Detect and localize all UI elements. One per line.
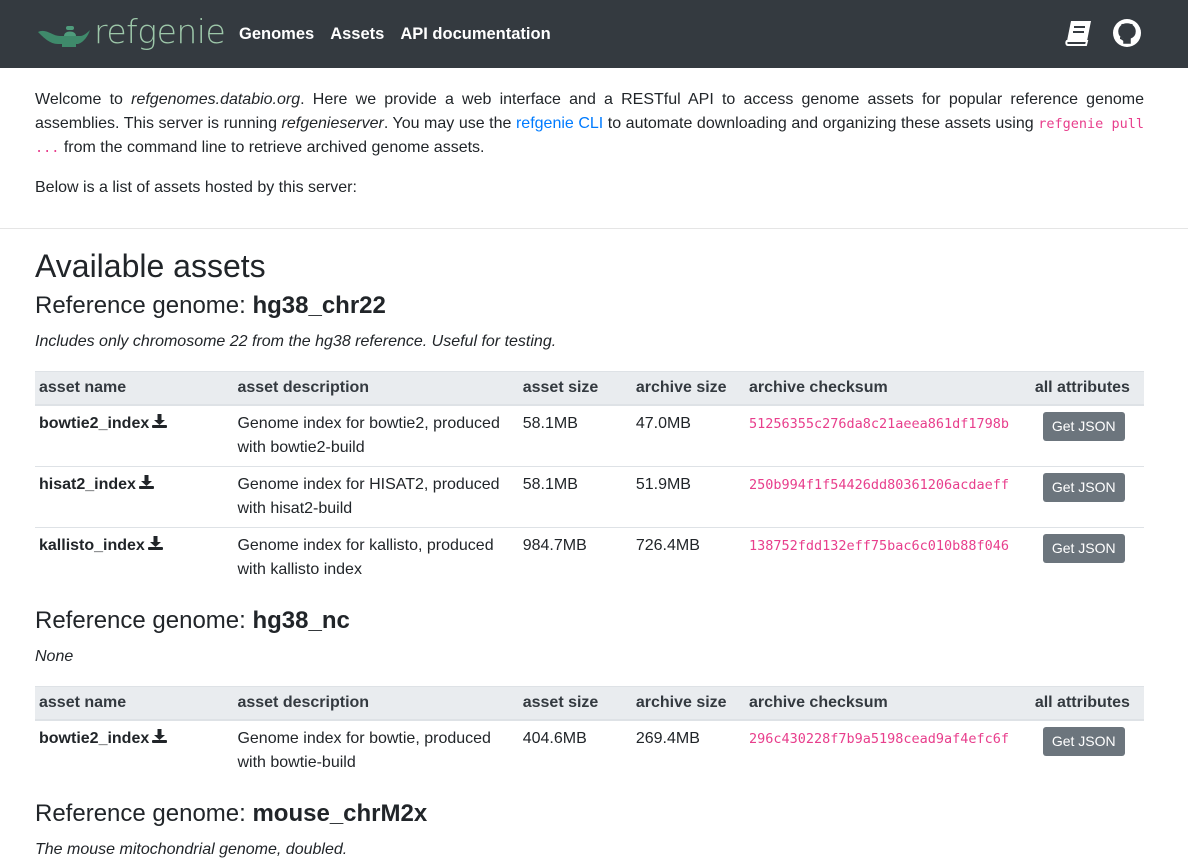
- attributes-cell: Get JSON: [1030, 466, 1144, 528]
- asset-size: 404.6MB: [522, 730, 587, 747]
- table-header-row: asset name asset description asset size arc…: [35, 371, 1144, 406]
- brand-name: refgenie: [94, 11, 226, 51]
- genome-heading: Reference genome: hg38_nc: [35, 606, 1144, 636]
- genome-name: hg38_nc: [252, 607, 350, 634]
- archive-size: 726.4MB: [631, 527, 745, 588]
- archive-checksum-cell: 250b994f1f54426dd80361206acdaeff: [744, 466, 1031, 528]
- genie-lamp-icon: [38, 26, 90, 47]
- column-header: asset description: [233, 686, 519, 721]
- genome-description: Includes only chromosome 22 from the hg3…: [35, 333, 557, 350]
- archive-checksum-cell: 51256355c276da8c21aeea861df1798b: [745, 405, 1031, 467]
- navbar: refgenie Genomes Assets API documentatio…: [0, 0, 1188, 68]
- column-header: archive size: [631, 371, 745, 406]
- column-header: archive checksum: [744, 686, 1031, 721]
- download-icon[interactable]: [138, 473, 154, 497]
- genome-name: mouse_chrM2x: [252, 800, 428, 827]
- intro-text: Welcome to: [35, 91, 132, 108]
- archive-size: 269.4MB: [635, 730, 700, 747]
- column-header: asset size: [518, 371, 632, 406]
- genome-heading-prefix: Reference genome:: [35, 800, 253, 827]
- download-icon[interactable]: [147, 534, 163, 558]
- get-json-button[interactable]: Get JSON: [1042, 412, 1125, 441]
- column-header: asset name: [35, 371, 234, 406]
- table-row: hisat2_index Genome index for HISAT2, pro…: [35, 466, 1144, 528]
- archive-checksum: 51256355c276da8c21aeea861df1798b: [748, 416, 1010, 432]
- get-json-button[interactable]: Get JSON: [1042, 727, 1125, 756]
- table-header-row: asset name asset description asset size arc…: [35, 686, 1144, 721]
- refgenie-cli-link[interactable]: refgenie CLI: [516, 115, 603, 132]
- assets-content: Available assets Reference genome: hg38_…: [0, 247, 1188, 861]
- archive-checksum: 296c430228f7b9a5198cead9af4efc6f: [748, 731, 1010, 747]
- nav-genomes[interactable]: Genomes: [239, 25, 314, 44]
- genome-heading-prefix: Reference genome:: [35, 292, 253, 319]
- asset-size: 58.1MB: [522, 415, 578, 432]
- genome-heading: Reference genome: hg38_chr22: [35, 291, 1144, 321]
- genome-name: hg38_chr22: [252, 292, 386, 319]
- archive-checksum-cell: 138752fdd132eff75bac6c010b88f046: [744, 527, 1031, 588]
- asset-name: bowtie2_index: [39, 415, 150, 433]
- column-header: all attributes: [1030, 686, 1144, 721]
- asset-name-cell: bowtie2_index: [35, 405, 233, 467]
- genome-heading-prefix: Reference genome:: [35, 607, 253, 634]
- genome-description: None: [35, 648, 74, 665]
- site-name: refgenomes.databio.org: [131, 91, 301, 108]
- intro-text: from the command line to retrieve archiv…: [59, 139, 485, 156]
- download-icon[interactable]: [152, 412, 168, 436]
- assets-table: asset name asset description asset size arc…: [35, 686, 1144, 781]
- archive-size: 47.0MB: [635, 415, 691, 432]
- archive-checksum-cell: 296c430228f7b9a5198cead9af4efc6f: [745, 720, 1031, 781]
- asset-description: Genome index for bowtie, produced with b…: [237, 730, 491, 771]
- get-json-button[interactable]: Get JSON: [1042, 534, 1125, 563]
- column-header: archive size: [631, 686, 745, 721]
- archive-checksum: 138752fdd132eff75bac6c010b88f046: [748, 538, 1010, 554]
- archive-checksum: 250b994f1f54426dd80361206acdaeff: [748, 477, 1010, 493]
- asset-name: kallisto_index: [39, 537, 145, 555]
- genome-description: The mouse mitochondrial genome, doubled.: [35, 841, 348, 858]
- intro-text: to automate downloading and organizing t…: [603, 115, 1039, 132]
- intro-section: Welcome to refgenomes.databio.org. Here …: [0, 68, 1188, 200]
- attributes-cell: Get JSON: [1031, 405, 1144, 467]
- asset-name: bowtie2_index: [39, 730, 150, 748]
- github-icon[interactable]: [1110, 16, 1144, 50]
- intro-paragraph: Welcome to refgenomes.databio.org. Here …: [35, 88, 1144, 160]
- nav-api-documentation[interactable]: API documentation: [400, 25, 550, 44]
- genome-heading: Reference genome: mouse_chrM2x: [35, 799, 1144, 829]
- column-header: all attributes: [1030, 371, 1144, 406]
- table-row: bowtie2_index Genome index for bowtie, pr…: [35, 720, 1144, 781]
- attributes-cell: Get JSON: [1031, 720, 1144, 781]
- attributes-cell: Get JSON: [1030, 527, 1144, 588]
- column-header: archive checksum: [744, 371, 1031, 406]
- asset-name-cell: bowtie2_index: [35, 720, 233, 781]
- table-row: kallisto_index Genome index for kallisto,…: [35, 527, 1144, 588]
- column-header: asset description: [233, 371, 519, 406]
- book-icon[interactable]: [1062, 16, 1096, 50]
- column-header: asset name: [35, 686, 234, 721]
- intro-text: . You may use the: [383, 115, 516, 132]
- asset-description: Genome index for HISAT2, produced with h…: [233, 466, 519, 528]
- asset-name-cell: kallisto_index: [35, 527, 234, 588]
- nav-assets[interactable]: Assets: [330, 25, 384, 44]
- asset-size: 984.7MB: [518, 527, 632, 588]
- page-title: Available assets: [35, 248, 266, 284]
- asset-name: hisat2_index: [39, 476, 136, 494]
- asset-size: 58.1MB: [518, 466, 632, 528]
- intro-list-note: Below is a list of assets hosted by this…: [35, 179, 357, 196]
- get-json-button[interactable]: Get JSON: [1042, 473, 1125, 502]
- assets-table: asset name asset description asset size arc…: [35, 371, 1144, 588]
- asset-name-cell: hisat2_index: [35, 466, 234, 528]
- server-name: refgenieserver: [281, 115, 384, 132]
- column-header: asset size: [518, 686, 632, 721]
- asset-description: Genome index for kallisto, produced with…: [233, 527, 519, 588]
- brand-logo[interactable]: refgenie: [36, 12, 239, 51]
- table-row: bowtie2_index Genome index for bowtie2, p…: [35, 405, 1144, 467]
- asset-description: Genome index for bowtie2, produced with …: [237, 415, 500, 456]
- divider: [0, 228, 1188, 229]
- download-icon[interactable]: [152, 727, 168, 751]
- genome-list: Reference genome: hg38_chr22 Includes onl…: [35, 291, 1144, 861]
- archive-size: 51.9MB: [631, 466, 745, 528]
- nav-icons: [1048, 16, 1144, 50]
